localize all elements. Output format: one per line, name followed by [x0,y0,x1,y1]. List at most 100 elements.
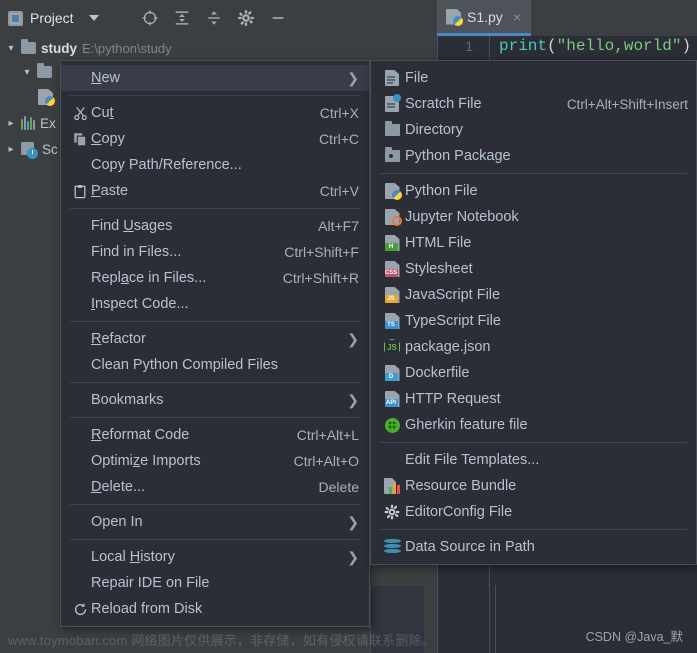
menu-item-label: Find in Files... [91,244,182,260]
locate-target-icon[interactable] [141,9,159,27]
typescript-file-icon: TS [379,313,405,329]
menu-separator [70,539,360,540]
menu-separator [70,417,360,418]
chevron-down-icon[interactable] [88,15,99,21]
data-source-icon [379,539,405,555]
menu-item-label: Copy Path/Reference... [91,157,242,173]
collapse-all-icon[interactable] [205,9,223,27]
submenu-item-editorconfig-file[interactable]: EditorConfig File [371,499,696,525]
menu-item-copy-path-reference[interactable]: Copy Path/Reference... [61,152,369,178]
external-libraries-icon [21,116,35,130]
submenu-item-dockerfile[interactable]: D Dockerfile [371,360,696,386]
new-submenu[interactable]: File Scratch File Ctrl+Alt+Shift+Insert Dir… [370,60,697,565]
submenu-item-html-file[interactable]: H HTML File [371,230,696,256]
javascript-file-icon: JS [379,287,405,303]
submenu-item-edit-file-templates[interactable]: Edit File Templates... [371,447,696,473]
submenu-item-stylesheet[interactable]: CSS Stylesheet [371,256,696,282]
submenu-item-resource-bundle[interactable]: Resource Bundle [371,473,696,499]
menu-separator [70,382,360,383]
project-tool-window-button[interactable]: Project [0,10,99,26]
submenu-item-label: TypeScript File [405,313,501,329]
submenu-item-gherkin-feature-file[interactable]: Gherkin feature file [371,412,696,438]
folder-icon [21,39,36,54]
submenu-item-label: Directory [405,122,464,138]
submenu-item-python-package[interactable]: Python Package [371,143,696,169]
menu-item-paste[interactable]: Paste Ctrl+V [61,178,369,204]
submenu-item-label: Gherkin feature file [405,417,528,433]
menu-item-label: Reformat Code [91,427,190,443]
submenu-item-directory[interactable]: Directory [371,117,696,143]
menu-item-shortcut: Ctrl+V [319,183,359,199]
submenu-item-http-request[interactable]: API HTTP Request [371,386,696,412]
chevron-right-icon[interactable]: ▸ [6,118,16,129]
menu-item-repair-ide-on-file[interactable]: Repair IDE on File [61,570,369,596]
code-paren-open: ( [547,37,557,55]
submenu-item-typescript-file[interactable]: TS TypeScript File [371,308,696,334]
submenu-item-file[interactable]: File [371,65,696,91]
html-file-icon: H [379,235,405,251]
tree-item-label: Sc [42,141,58,157]
submenu-item-package-json[interactable]: JS package.json [371,334,696,360]
code-string: "hello,world" [556,37,682,55]
submenu-item-label: File [405,70,429,86]
menu-item-find-in-files[interactable]: Find in Files... Ctrl+Shift+F [61,239,369,265]
menu-item-label: Reload from Disk [91,601,203,617]
submenu-item-python-file[interactable]: Python File [371,178,696,204]
tree-root-name: study [41,40,78,56]
project-label: Project [30,10,74,26]
menu-separator [380,442,687,443]
menu-item-inspect-code[interactable]: Inspect Code... [61,291,369,317]
menu-separator [70,321,360,322]
chevron-right-icon[interactable]: ▸ [6,144,16,155]
settings-gear-icon[interactable] [237,9,255,27]
menu-item-cut[interactable]: Cut Ctrl+X [61,100,369,126]
scissors-icon [69,106,91,121]
gherkin-feature-icon [379,417,405,433]
menu-item-clean-python-compiled-files[interactable]: Clean Python Compiled Files [61,352,369,378]
submenu-item-scratch-file[interactable]: Scratch File Ctrl+Alt+Shift+Insert [371,91,696,117]
menu-item-reload-from-disk[interactable]: Reload from Disk [61,596,369,622]
menu-item-reformat-code[interactable]: Reformat Code Ctrl+Alt+L [61,422,369,448]
file-icon [379,70,405,86]
menu-item-label: Replace in Files... [91,270,207,286]
menu-item-open-in[interactable]: Open In ❯ [61,509,369,535]
pycharm-window: Project S1.py × ▾ study E:\python\study … [0,0,697,653]
menu-item-shortcut: Ctrl+Shift+F [284,244,359,260]
dockerfile-icon: D [379,365,405,381]
menu-item-new[interactable]: New ❯ [61,65,369,91]
menu-item-delete[interactable]: Delete... Delete [61,474,369,500]
python-file-icon [379,183,405,200]
menu-item-copy[interactable]: Copy Ctrl+C [61,126,369,152]
submenu-item-jupyter-notebook[interactable]: Jupyter Notebook [371,204,696,230]
submenu-item-label: JavaScript File [405,287,501,303]
menu-item-optimize-imports[interactable]: Optimize Imports Ctrl+Alt+O [61,448,369,474]
hide-panel-icon[interactable] [269,9,287,27]
watermark-right: CSDN @Java_默 [585,630,683,644]
menu-item-shortcut: Ctrl+Alt+O [293,453,359,469]
menu-item-label: Repair IDE on File [91,575,210,591]
chevron-down-icon[interactable]: ▾ [22,67,32,78]
menu-item-shortcut: Ctrl+Shift+R [282,270,359,286]
python-file-icon [38,89,55,106]
submenu-item-label: EditorConfig File [405,504,513,520]
menu-item-refactor[interactable]: Refactor ❯ [61,326,369,352]
close-icon[interactable]: × [513,9,521,25]
chevron-right-icon: ❯ [347,548,359,565]
chevron-right-icon: ❯ [347,513,359,530]
expand-all-icon[interactable] [173,9,191,27]
submenu-item-label: Stylesheet [405,261,473,277]
tree-root-path: E:\python\study [82,40,172,56]
submenu-item-data-source-in-path[interactable]: Data Source in Path [371,534,696,560]
menu-item-find-usages[interactable]: Find Usages Alt+F7 [61,213,369,239]
submenu-item-javascript-file[interactable]: JS JavaScript File [371,282,696,308]
menu-item-replace-in-files[interactable]: Replace in Files... Ctrl+Shift+R [61,265,369,291]
watermark-left: www.toymoban.com 网络图片仅供展示，非存储，如有侵权请联系删除。 [8,633,435,648]
chevron-down-icon[interactable]: ▾ [6,43,16,54]
menu-item-bookmarks[interactable]: Bookmarks ❯ [61,387,369,413]
tree-item-label: Ex [40,115,56,131]
editor-tab-s1py[interactable]: S1.py × [437,0,531,36]
tree-row-study[interactable]: ▾ study E:\python\study [0,36,437,60]
context-menu[interactable]: New ❯ Cut Ctrl+X Copy Ctrl+C Copy Path/Referen… [60,60,370,627]
menu-item-local-history[interactable]: Local History ❯ [61,544,369,570]
resource-bundle-icon [379,478,405,494]
